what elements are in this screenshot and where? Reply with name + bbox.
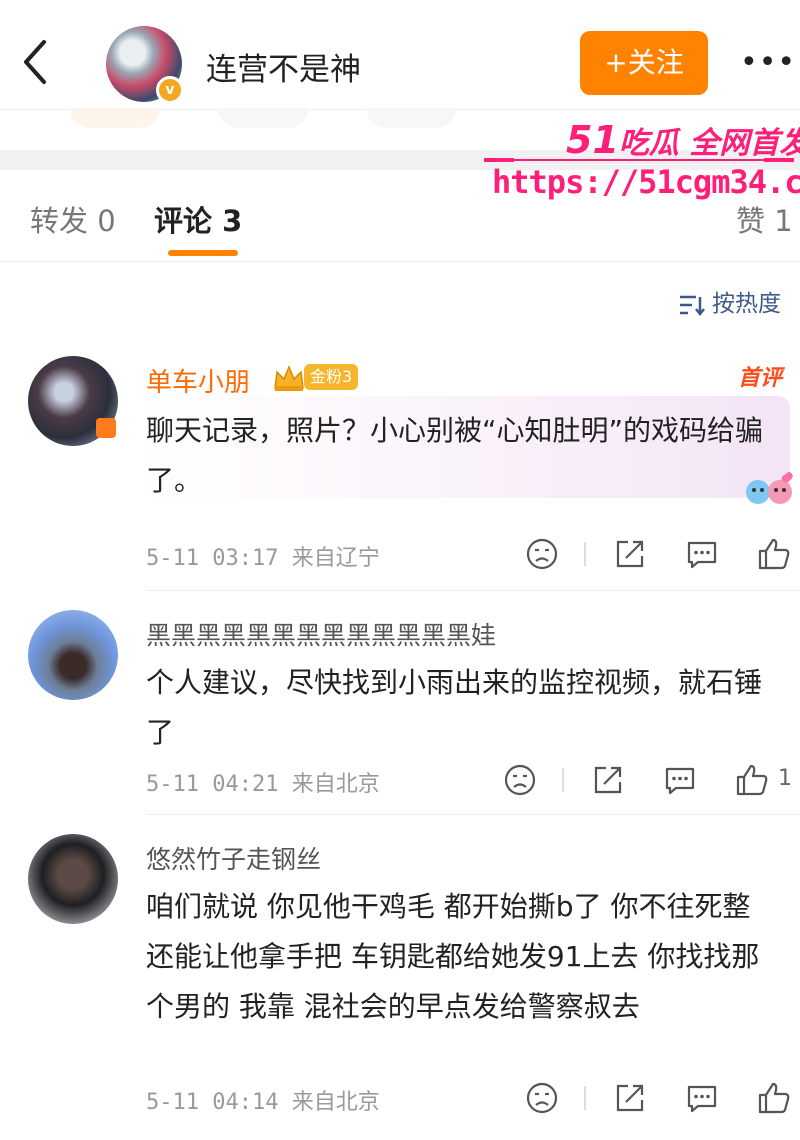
action-divider	[562, 768, 564, 792]
reply-icon[interactable]	[662, 762, 698, 798]
active-tab-indicator	[168, 250, 238, 256]
like-thumb-icon[interactable]	[756, 1080, 792, 1116]
comment-author[interactable]: 单车小朋	[146, 362, 250, 399]
like-thumb-icon[interactable]	[734, 762, 770, 798]
comment-location: 来自北京	[291, 772, 380, 797]
crown-icon	[274, 365, 304, 391]
comment-text: 个人建议，尽快找到小雨出来的监控视频，就石锤了	[146, 666, 763, 749]
tab-repost[interactable]: 转发 0	[30, 198, 116, 240]
sort-label: 按热度	[712, 291, 781, 317]
comment-location: 来自辽宁	[291, 546, 380, 571]
faded-shape	[218, 108, 308, 128]
comment-meta: 5-11 04:14 来自北京	[146, 1084, 380, 1116]
dislike-face-icon[interactable]	[524, 1080, 560, 1116]
sort-lines-icon	[680, 295, 705, 316]
verified-badge-icon: v	[156, 76, 184, 104]
back-button[interactable]	[14, 34, 58, 90]
more-options-button[interactable]: •••	[740, 38, 795, 88]
share-icon[interactable]	[612, 1080, 648, 1116]
action-divider	[584, 1086, 586, 1110]
reply-icon[interactable]	[684, 536, 720, 572]
follow-button[interactable]: +关注	[580, 31, 708, 95]
comment-text: 聊天记录，照片？小心别被“心知肚明”的戏码给骗了。	[146, 414, 764, 497]
comment-time: 5-11 04:14	[146, 1090, 279, 1115]
member-badge-icon	[96, 418, 116, 438]
faded-shape	[366, 108, 456, 128]
watermark-number: 51	[566, 118, 619, 162]
sticker-icon	[746, 472, 793, 504]
faded-shape	[70, 108, 160, 128]
fan-level-badge: 金粉3	[304, 364, 359, 390]
top-bar: v 连营不是神 +关注 •••	[0, 0, 800, 110]
first-comment-tag: 首评	[738, 366, 783, 391]
tab-comments[interactable]: 评论 3	[154, 198, 242, 240]
share-icon[interactable]	[590, 762, 626, 798]
watermark-line	[484, 158, 794, 162]
chevron-left-icon	[24, 40, 46, 84]
comment-meta: 5-11 03:17 来自辽宁	[146, 540, 380, 572]
comment-divider	[146, 590, 800, 591]
comment-divider	[146, 814, 800, 815]
like-count: 1	[778, 766, 792, 791]
watermark-text: 吃瓜 全网首发	[618, 126, 800, 161]
comment-author[interactable]: 黑黑黑黑黑黑黑黑黑黑黑黑黑娃	[146, 616, 496, 652]
tab-likes[interactable]: 赞 1	[736, 198, 793, 240]
share-icon[interactable]	[612, 536, 648, 572]
dislike-face-icon[interactable]	[502, 762, 538, 798]
sort-button[interactable]: 按热度	[678, 284, 781, 318]
comment-location: 来自北京	[291, 1090, 380, 1115]
comment-text: 咱们就说 你见他干鸡毛 都开始撕b了 你不往死整 还能让他拿手把 车钥匙都给她发…	[146, 890, 760, 1023]
avatar[interactable]	[28, 834, 118, 924]
avatar[interactable]	[28, 610, 118, 700]
action-divider	[584, 542, 586, 566]
watermark-brand: 51吃瓜 全网首发	[566, 118, 800, 162]
page-title: 连营不是神	[206, 52, 361, 88]
like-thumb-icon[interactable]	[756, 536, 792, 572]
comment-time: 5-11 04:21	[146, 772, 279, 797]
comment-meta: 5-11 04:21 来自北京	[146, 766, 380, 798]
reply-icon[interactable]	[684, 1080, 720, 1116]
comment-author[interactable]: 悠然竹子走钢丝	[146, 840, 321, 876]
tab-bar: 转发 0 评论 3 赞 1	[0, 190, 800, 262]
comment-time: 5-11 03:17	[146, 546, 279, 571]
dislike-face-icon[interactable]	[524, 536, 560, 572]
